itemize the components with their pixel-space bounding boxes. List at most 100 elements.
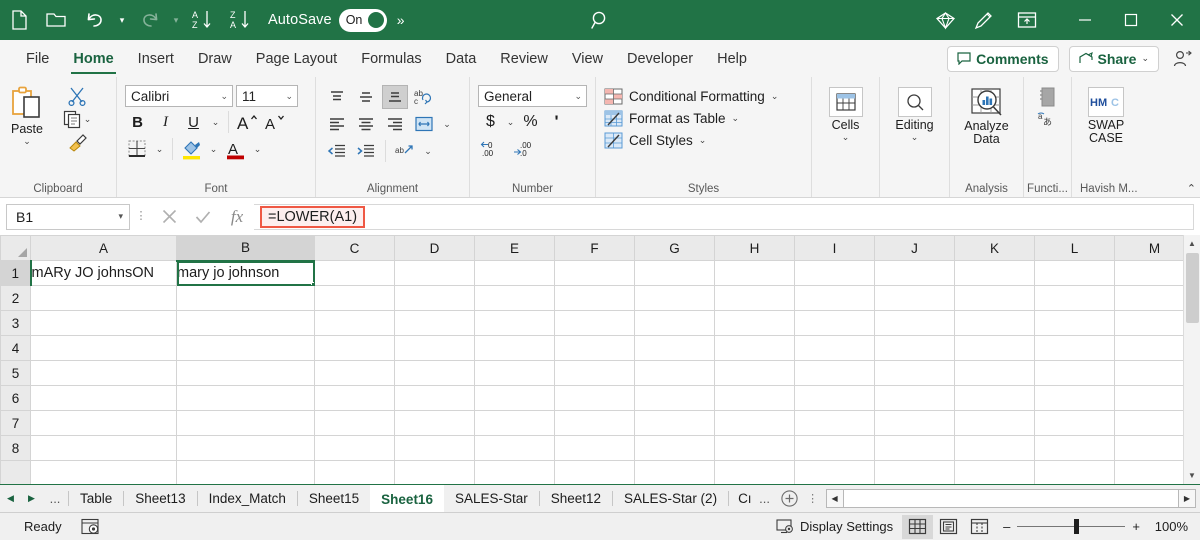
zoom-track[interactable] [1017,519,1126,534]
cell-g2[interactable] [634,285,715,311]
cell-d8[interactable] [394,435,475,461]
cell-a4[interactable] [30,335,177,361]
cell-k8[interactable] [954,435,1035,461]
editing-caret[interactable]: ⌄ [911,132,919,143]
cell-j7[interactable] [874,410,955,436]
cell-i1[interactable] [794,260,875,286]
column-header-a[interactable]: A [30,235,177,261]
align-right-icon[interactable] [382,112,408,136]
bold-button[interactable]: B [125,110,150,134]
zoom-in-button[interactable]: + [1132,519,1140,534]
cell-g5[interactable] [634,360,715,386]
sheet-nav-ellipsis[interactable]: ... [42,485,68,512]
tab-review[interactable]: Review [488,40,560,77]
scroll-up-button[interactable]: ▲ [1183,235,1200,252]
cell-b7[interactable] [176,410,315,436]
row-header-6[interactable]: 6 [0,385,31,411]
column-header-g[interactable]: G [634,235,715,261]
cell-h8[interactable] [714,435,795,461]
column-header-j[interactable]: J [874,235,955,261]
new-file-icon[interactable] [0,0,38,40]
page-break-view-icon[interactable] [964,515,995,539]
cell-i6[interactable] [794,385,875,411]
cell-h5[interactable] [714,360,795,386]
font-color-button[interactable]: A [223,137,248,161]
underline-button[interactable]: U [181,110,206,134]
zoom-slider[interactable]: – + [995,519,1148,534]
maximize-button[interactable] [1108,0,1154,40]
cell-j4[interactable] [874,335,955,361]
comments-button[interactable]: Comments [947,45,1059,72]
number-format-caret[interactable]: ⌄ [574,91,582,102]
cell-d4[interactable] [394,335,475,361]
share-person-icon[interactable] [1164,40,1200,77]
sheet-tabs-overflow[interactable]: ... [754,485,776,512]
undo-dropdown-caret[interactable]: ▾ [114,0,130,40]
merge-center-caret[interactable]: ⌄ [421,139,435,163]
cell-g9[interactable] [634,460,715,484]
font-size-combo[interactable]: 11 ⌄ [236,85,298,107]
sheet-tab-sheet13[interactable]: Sheet13 [124,485,196,512]
cell-a5[interactable] [30,360,177,386]
cell-h9[interactable] [714,460,795,484]
cell-g4[interactable] [634,335,715,361]
decrease-indent-icon[interactable] [324,139,350,163]
cell-f9[interactable] [554,460,635,484]
cell-c3[interactable] [314,310,395,336]
copy-button[interactable]: ⌄ [63,110,92,129]
borders-caret[interactable]: ⌄ [153,137,166,161]
cell-d6[interactable] [394,385,475,411]
cell-f3[interactable] [554,310,635,336]
currency-button[interactable]: $ [478,110,503,134]
cell-b9[interactable] [176,460,315,484]
row-header-4[interactable]: 4 [0,335,31,361]
number-format-combo[interactable]: General ⌄ [478,85,587,107]
column-header-k[interactable]: K [954,235,1035,261]
tab-developer[interactable]: Developer [615,40,705,77]
cell-j1[interactable] [874,260,955,286]
cancel-icon[interactable] [152,204,186,230]
select-all-corner[interactable] [0,235,31,261]
cell-f7[interactable] [554,410,635,436]
sheet-tab-table[interactable]: Table [69,485,123,512]
currency-caret[interactable]: ⌄ [504,110,517,134]
name-box[interactable]: B1 ▾ [6,203,130,230]
cell-j8[interactable] [874,435,955,461]
cell-l5[interactable] [1034,360,1115,386]
close-button[interactable] [1154,0,1200,40]
increase-font-size-button[interactable]: A [235,110,260,134]
formula-bar-handle[interactable]: ⋮ [130,211,152,222]
cell-k1[interactable] [954,260,1035,286]
align-top-icon[interactable] [324,85,350,109]
copy-caret[interactable]: ⌄ [84,114,92,125]
ribbon-display-icon[interactable] [1008,0,1046,40]
cell-d3[interactable] [394,310,475,336]
format-painter-button[interactable] [67,133,88,152]
insert-function-icon[interactable]: fx [220,204,254,230]
fill-color-caret[interactable]: ⌄ [207,137,220,161]
align-bottom-icon[interactable] [382,85,408,109]
tab-draw[interactable]: Draw [186,40,244,77]
fill-handle[interactable] [311,282,314,285]
cell-g3[interactable] [634,310,715,336]
column-header-l[interactable]: L [1034,235,1115,261]
display-settings-button[interactable]: Display Settings [767,518,902,535]
align-center-icon[interactable] [353,112,379,136]
cell-e1[interactable] [474,260,555,286]
sheet-tab-sheet15[interactable]: Sheet15 [298,485,370,512]
cell-g6[interactable] [634,385,715,411]
cell-k7[interactable] [954,410,1035,436]
cell-c1[interactable] [314,260,395,286]
cell-j9[interactable] [874,460,955,484]
cell-h2[interactable] [714,285,795,311]
row-header-3[interactable]: 3 [0,310,31,336]
borders-button[interactable] [125,137,150,161]
cell-c8[interactable] [314,435,395,461]
cell-e2[interactable] [474,285,555,311]
cells-button[interactable]: Cells ⌄ [818,81,874,143]
cell-styles-caret[interactable]: ⌄ [699,135,707,146]
sheet-tab-sheet12[interactable]: Sheet12 [540,485,612,512]
fill-color-button[interactable] [179,137,204,161]
cell-c2[interactable] [314,285,395,311]
cell-f4[interactable] [554,335,635,361]
